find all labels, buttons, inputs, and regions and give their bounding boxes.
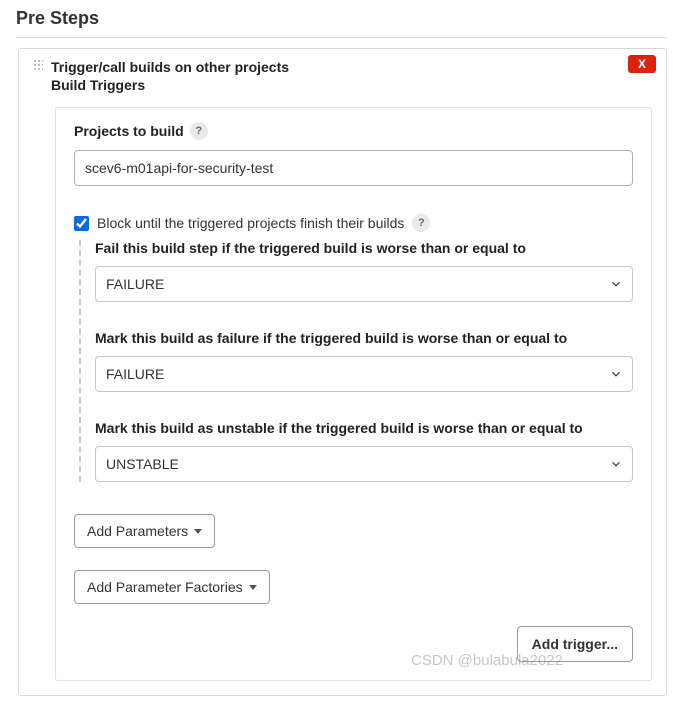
mark-failure-field: Mark this build as failure if the trigge… xyxy=(95,330,633,392)
mark-failure-label: Mark this build as failure if the trigge… xyxy=(95,330,633,356)
block-checkbox-row: Block until the triggered projects finis… xyxy=(74,214,633,232)
add-parameters-button[interactable]: Add Parameters xyxy=(74,514,215,548)
add-trigger-row: Add trigger... xyxy=(74,626,633,662)
add-parameter-factories-label: Add Parameter Factories xyxy=(87,579,243,595)
caret-down-icon xyxy=(249,585,257,590)
drag-handle-icon[interactable] xyxy=(33,59,43,71)
fail-step-select[interactable]: FAILURE xyxy=(95,266,633,302)
add-parameter-factories-button[interactable]: Add Parameter Factories xyxy=(74,570,270,604)
mark-unstable-label: Mark this build as unstable if the trigg… xyxy=(95,420,633,446)
build-trigger-config: Projects to build ? Block until the trig… xyxy=(55,107,652,681)
mark-unstable-field: Mark this build as unstable if the trigg… xyxy=(95,420,633,482)
add-parameters-label: Add Parameters xyxy=(87,523,188,539)
step-header: Trigger/call builds on other projects Bu… xyxy=(33,59,652,93)
help-icon[interactable]: ? xyxy=(412,214,430,232)
caret-down-icon xyxy=(194,529,202,534)
step-title: Trigger/call builds on other projects xyxy=(51,59,289,75)
mark-unstable-select[interactable]: UNSTABLE xyxy=(95,446,633,482)
projects-to-build-input[interactable] xyxy=(74,150,633,186)
section-title: Pre Steps xyxy=(16,8,667,38)
block-nested-options: Fail this build step if the triggered bu… xyxy=(79,240,633,482)
mark-failure-select[interactable]: FAILURE xyxy=(95,356,633,392)
help-icon[interactable]: ? xyxy=(190,122,208,140)
projects-to-build-label: Projects to build ? xyxy=(74,122,633,140)
fail-step-label: Fail this build step if the triggered bu… xyxy=(95,240,633,266)
build-step-panel: X Trigger/call builds on other projects … xyxy=(18,48,667,696)
step-subtitle: Build Triggers xyxy=(51,77,289,93)
block-until-finish-checkbox[interactable] xyxy=(74,216,89,231)
fail-step-field: Fail this build step if the triggered bu… xyxy=(95,240,633,302)
add-trigger-button[interactable]: Add trigger... xyxy=(517,626,633,662)
block-checkbox-label: Block until the triggered projects finis… xyxy=(97,215,404,231)
projects-label-text: Projects to build xyxy=(74,123,184,139)
delete-step-button[interactable]: X xyxy=(628,55,656,73)
